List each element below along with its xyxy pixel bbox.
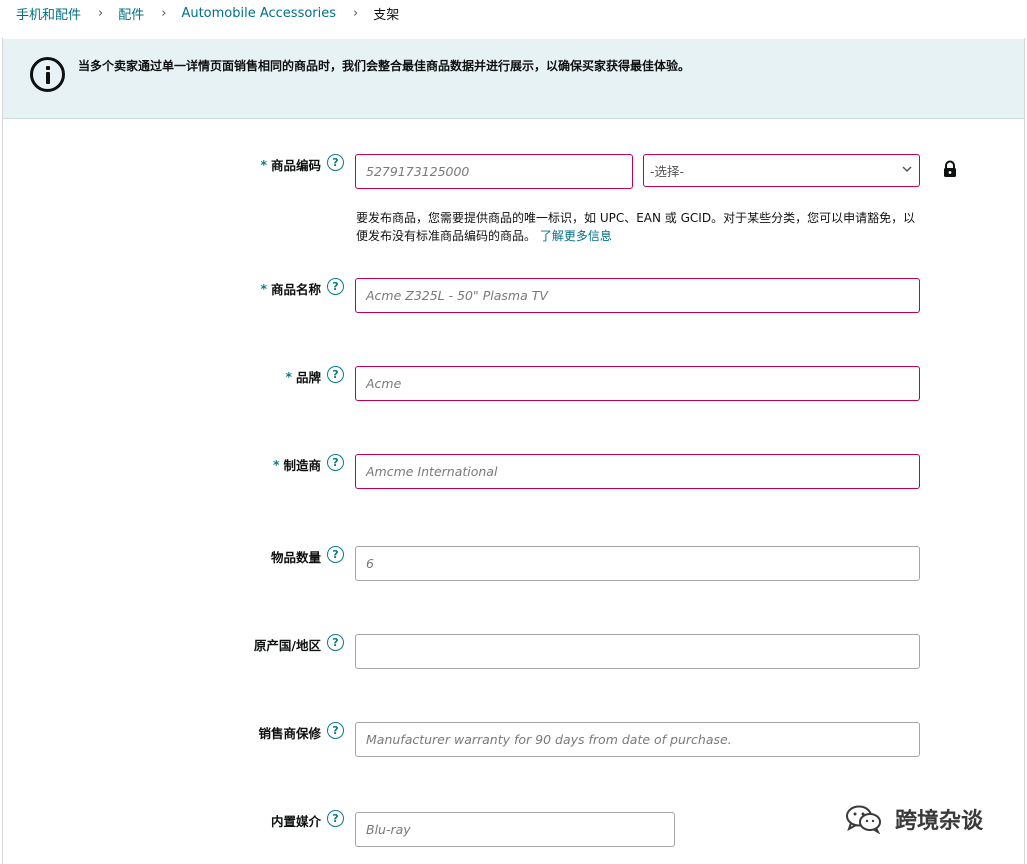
included-media-label-text: 内置媒介 xyxy=(270,813,321,829)
breadcrumb: 手机和配件 › 配件 › Automobile Accessories › 支架 xyxy=(16,4,400,23)
product-id-input[interactable]: 5279173125000 xyxy=(355,154,633,189)
learn-more-link[interactable]: 了解更多信息 xyxy=(540,229,612,243)
included-media-input[interactable]: Blu-ray xyxy=(355,812,675,847)
product-id-hint: 要发布商品，您需要提供商品的唯一标识，如 UPC、EAN 或 GCID。对于某些… xyxy=(356,209,922,245)
breadcrumb-item-automobile-accessories[interactable]: Automobile Accessories xyxy=(181,6,336,21)
item-name-label: * 商品名称 xyxy=(260,279,321,297)
help-icon[interactable]: ? xyxy=(327,154,344,171)
watermark-text: 跨境杂谈 xyxy=(895,809,984,834)
item-name-input[interactable]: Acme Z325L - 50" Plasma TV xyxy=(355,278,920,313)
product-id-hint-text: 要发布商品，您需要提供商品的唯一标识，如 UPC、EAN 或 GCID。对于某些… xyxy=(356,211,916,243)
manufacturer-label: * 制造商 xyxy=(273,455,321,473)
manufacturer-label-text: 制造商 xyxy=(283,457,321,473)
required-mark: * xyxy=(285,368,292,384)
item-quantity-input[interactable]: 6 xyxy=(355,546,920,581)
help-icon[interactable]: ? xyxy=(327,810,344,827)
item-quantity-label-text: 物品数量 xyxy=(270,549,321,565)
breadcrumb-item-current: 支架 xyxy=(373,7,400,23)
breadcrumb-item-phones-accessories[interactable]: 手机和配件 xyxy=(16,4,81,23)
help-icon[interactable]: ? xyxy=(327,454,344,471)
product-id-label: * 商品编码 xyxy=(260,155,321,173)
breadcrumb-item-accessories[interactable]: 配件 xyxy=(118,4,144,23)
brand-label: * 品牌 xyxy=(285,367,321,385)
info-icon xyxy=(30,57,65,92)
required-mark: * xyxy=(272,456,280,472)
product-id-label-text: 商品编码 xyxy=(270,157,321,173)
chevron-down-icon xyxy=(902,166,912,173)
product-id-type-select[interactable]: -选择- xyxy=(643,154,920,187)
brand-input[interactable]: Acme xyxy=(355,366,920,401)
brand-label-text: 品牌 xyxy=(295,369,321,385)
wechat-icon xyxy=(846,805,881,834)
seller-warranty-input[interactable]: Manufacturer warranty for 90 days from d… xyxy=(355,722,920,757)
seller-warranty-label: 销售商保修 xyxy=(258,723,321,741)
help-icon[interactable]: ? xyxy=(327,278,344,295)
required-mark: * xyxy=(260,280,267,296)
watermark: 跨境杂谈 xyxy=(845,803,983,835)
help-icon[interactable]: ? xyxy=(327,634,344,651)
manufacturer-input[interactable]: Amcme International xyxy=(355,454,920,489)
chevron-right-icon: › xyxy=(161,5,167,21)
required-mark: * xyxy=(260,156,267,172)
help-icon[interactable]: ? xyxy=(327,722,344,739)
help-icon[interactable]: ? xyxy=(327,546,344,563)
help-icon[interactable]: ? xyxy=(327,366,344,383)
lock-icon xyxy=(944,160,956,177)
included-media-label: 内置媒介 xyxy=(271,811,321,829)
chevron-right-icon: › xyxy=(353,5,359,21)
info-alert xyxy=(3,39,1024,119)
alert-message: 当多个卖家通过单一详情页面销售相同的商品时，我们会整合最佳商品数据并进行展示，以… xyxy=(78,59,691,73)
seller-warranty-label-text: 销售商保修 xyxy=(258,725,321,741)
item-quantity-label: 物品数量 xyxy=(271,547,321,565)
country-of-origin-input[interactable] xyxy=(355,634,920,669)
item-name-label-text: 商品名称 xyxy=(270,281,321,297)
country-of-origin-label: 原产国/地区 xyxy=(254,635,321,653)
chevron-right-icon: › xyxy=(98,5,104,21)
product-id-type-value: -选择- xyxy=(650,164,685,179)
country-of-origin-label-text: 原产国/地区 xyxy=(253,637,321,653)
